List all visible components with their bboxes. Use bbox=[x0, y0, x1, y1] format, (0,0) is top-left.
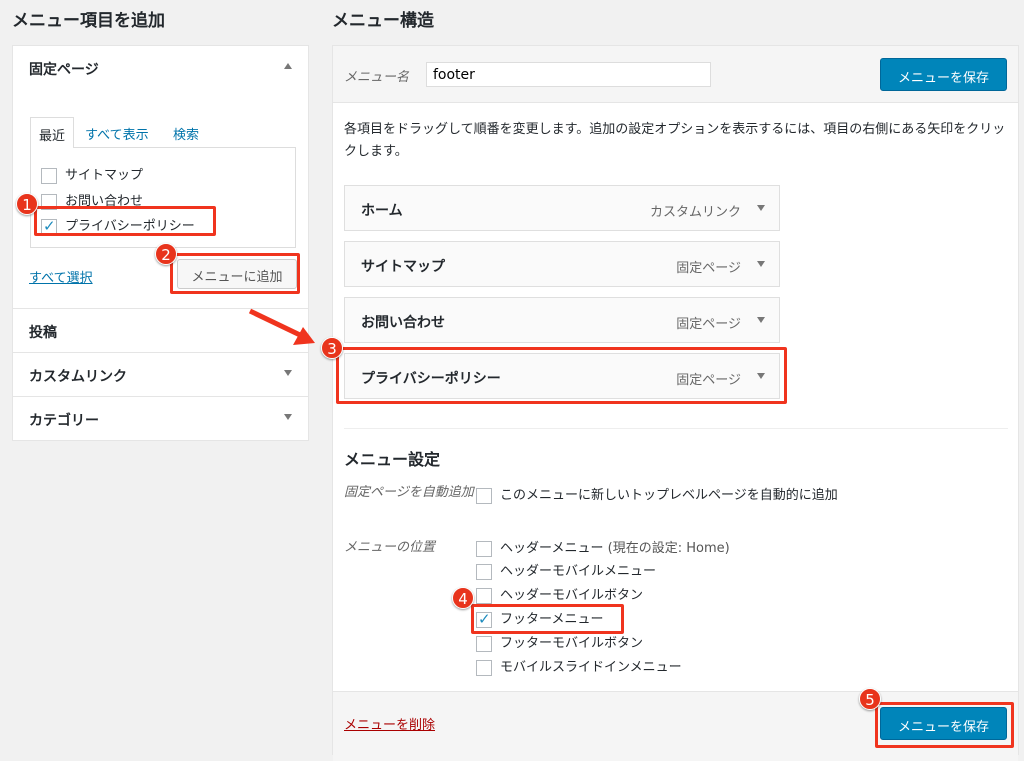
checkbox[interactable] bbox=[476, 487, 492, 504]
highlight-box bbox=[875, 702, 1014, 748]
tab-all[interactable]: すべて表示 bbox=[85, 124, 149, 143]
label: フッターモバイルボタン bbox=[500, 636, 644, 651]
menu-name-input[interactable] bbox=[426, 62, 711, 87]
item-label: サイトマップ bbox=[361, 259, 445, 275]
section-label: カテゴリー bbox=[29, 413, 99, 429]
auto-add-option[interactable]: このメニューに新しいトップレベルページを自動的に追加 bbox=[476, 484, 838, 504]
expand-icon bbox=[284, 414, 292, 420]
select-all-link[interactable]: すべて選択 bbox=[29, 267, 93, 286]
annotation-number: 4 bbox=[452, 587, 474, 609]
location-option[interactable]: ヘッダーモバイルボタン bbox=[476, 584, 643, 604]
delete-menu-link[interactable]: メニューを削除 bbox=[344, 714, 435, 733]
collapse-icon bbox=[284, 63, 292, 69]
auto-add-label: 固定ページを自動追加 bbox=[344, 485, 474, 500]
expand-arrow-icon[interactable] bbox=[757, 205, 765, 211]
highlight-box bbox=[170, 253, 300, 294]
label: モバイルスライドインメニュー bbox=[500, 660, 682, 675]
section-label: 固定ページ bbox=[29, 62, 99, 78]
annotation-number: 3 bbox=[321, 337, 343, 359]
location-option[interactable]: ヘッダーモバイルメニュー bbox=[476, 560, 656, 580]
page-option[interactable]: サイトマップ bbox=[41, 164, 143, 184]
location-option[interactable]: ヘッダーメニュー (現在の設定: Home) bbox=[476, 537, 730, 557]
menu-name-label: メニュー名 bbox=[344, 70, 410, 85]
section-pages[interactable]: 固定ページ bbox=[13, 46, 308, 90]
location-option[interactable]: モバイルスライドインメニュー bbox=[476, 656, 682, 676]
section-categories[interactable]: カテゴリー bbox=[13, 396, 308, 440]
item-type: 固定ページ bbox=[676, 261, 741, 276]
expand-arrow-icon[interactable] bbox=[757, 317, 765, 323]
highlight-box bbox=[34, 206, 216, 236]
checkbox[interactable] bbox=[476, 659, 492, 676]
item-label: お問い合わせ bbox=[361, 315, 445, 331]
menu-item[interactable]: お問い合わせ 固定ページ bbox=[344, 297, 780, 343]
section-label: 投稿 bbox=[29, 325, 57, 341]
save-menu-button-top[interactable]: メニューを保存 bbox=[880, 58, 1007, 91]
annotation-number: 2 bbox=[155, 243, 177, 265]
item-type: カスタムリンク bbox=[649, 205, 741, 220]
menu-settings-title: メニュー設定 bbox=[344, 450, 441, 469]
section-label: カスタムリンク bbox=[29, 369, 127, 385]
menu-location-label: メニューの位置 bbox=[344, 540, 436, 555]
tab-search[interactable]: 検索 bbox=[173, 124, 199, 143]
menu-item[interactable]: サイトマップ 固定ページ bbox=[344, 241, 780, 287]
annotation-number: 1 bbox=[16, 193, 38, 215]
tab-recent[interactable]: 最近 bbox=[30, 117, 75, 148]
location-option[interactable]: フッターモバイルボタン bbox=[476, 632, 643, 652]
menu-header: メニュー名 メニューを保存 bbox=[333, 46, 1018, 103]
menu-item[interactable]: ホーム カスタムリンク bbox=[344, 185, 780, 231]
label: ヘッダーモバイルボタン bbox=[500, 588, 644, 603]
highlight-box bbox=[336, 347, 787, 404]
instructions: 各項目をドラッグして順番を変更します。追加の設定オプションを表示するには、項目の… bbox=[344, 122, 1006, 159]
highlight-box bbox=[471, 604, 624, 634]
current-setting-note: (現在の設定: Home) bbox=[607, 541, 730, 556]
expand-arrow-icon[interactable] bbox=[757, 261, 765, 267]
divider bbox=[344, 428, 1008, 429]
checkbox[interactable] bbox=[41, 167, 57, 184]
arrow-icon bbox=[248, 308, 315, 345]
label: ヘッダーモバイルメニュー bbox=[500, 564, 657, 579]
item-label: ホーム bbox=[361, 203, 403, 219]
menu-structure-title: メニュー構造 bbox=[332, 11, 434, 31]
label: このメニューに新しいトップレベルページを自動的に追加 bbox=[500, 488, 838, 503]
checkbox[interactable] bbox=[476, 563, 492, 580]
add-items-title: メニュー項目を追加 bbox=[12, 11, 165, 31]
checkbox[interactable] bbox=[476, 540, 492, 557]
annotation-number: 5 bbox=[859, 688, 881, 710]
checkbox[interactable] bbox=[476, 587, 492, 604]
label: サイトマップ bbox=[65, 168, 144, 183]
expand-icon bbox=[284, 370, 292, 376]
checkbox[interactable] bbox=[476, 635, 492, 652]
item-type: 固定ページ bbox=[676, 317, 741, 332]
section-custom-links[interactable]: カスタムリンク bbox=[13, 352, 308, 396]
label: ヘッダーメニュー bbox=[500, 541, 604, 556]
